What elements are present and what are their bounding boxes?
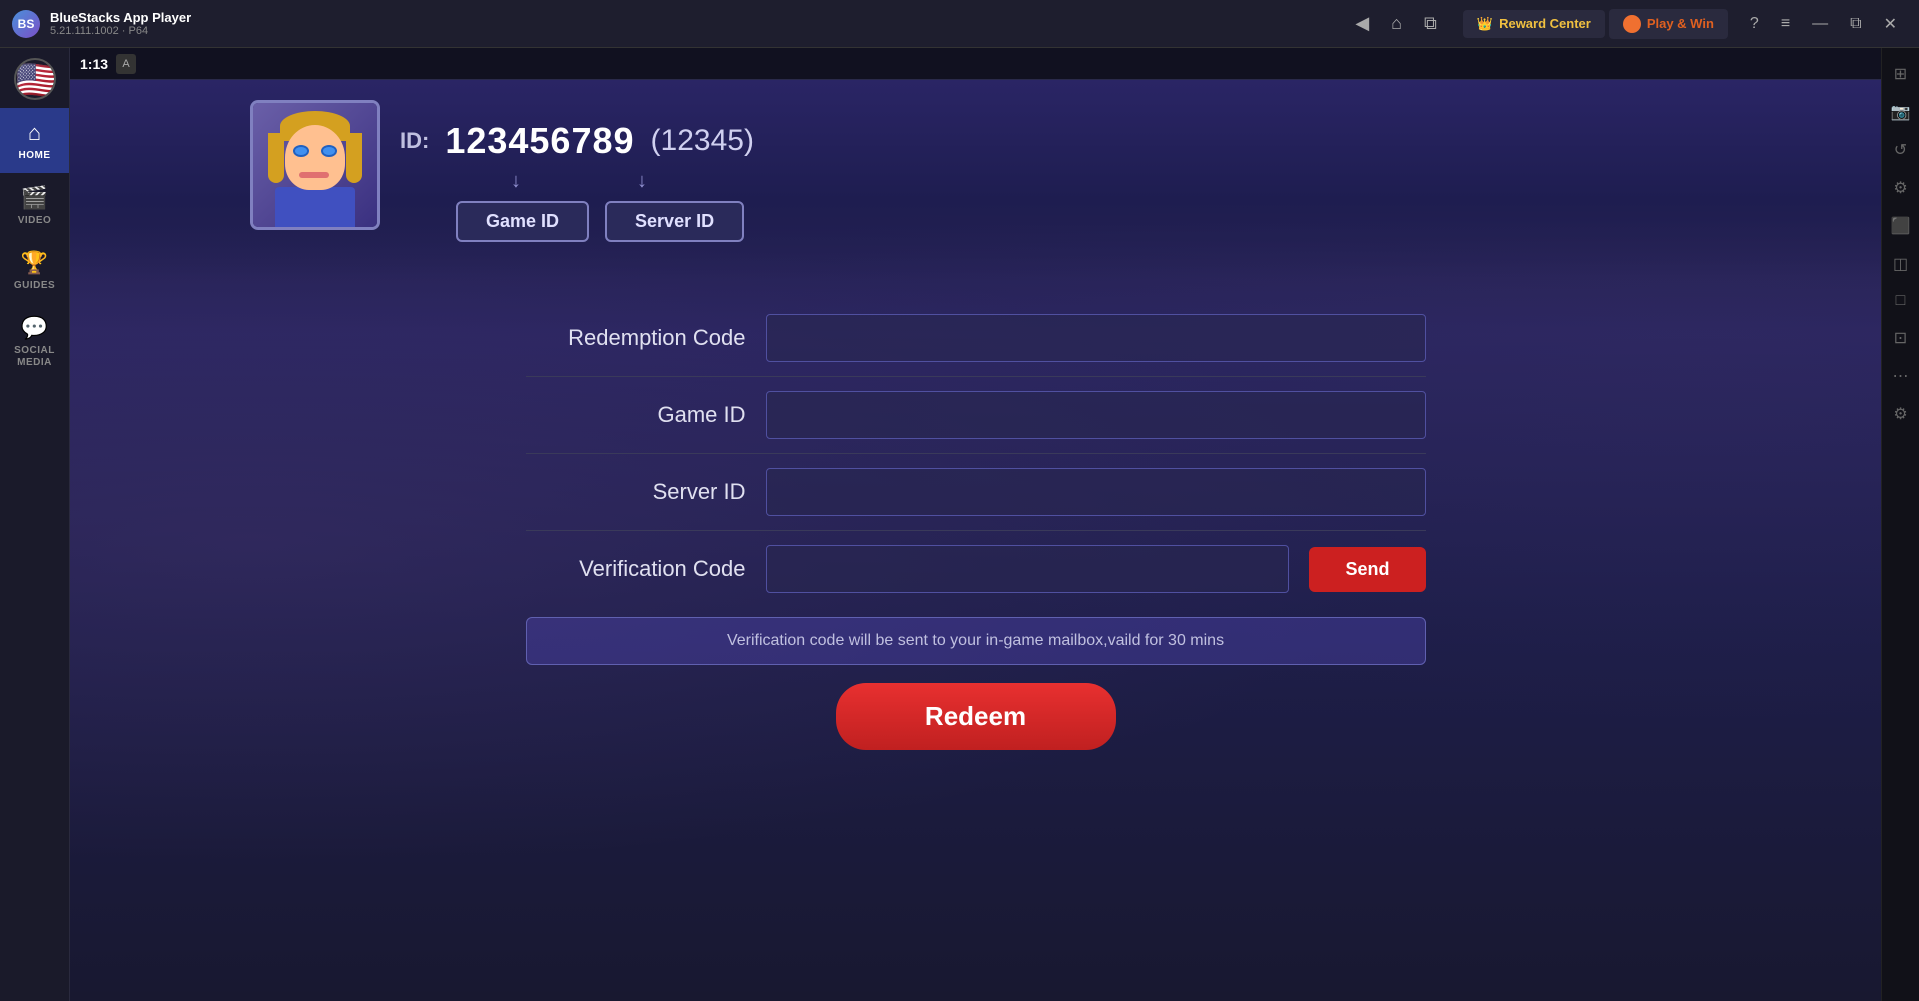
right-panel-btn-1[interactable]: ⊞ <box>1882 58 1919 90</box>
right-panel-btn-2[interactable]: 📷 <box>1882 96 1919 128</box>
game-id-button[interactable]: Game ID <box>456 201 589 242</box>
verification-code-input[interactable] <box>766 545 1290 593</box>
close-button[interactable]: ✕ <box>1874 10 1907 38</box>
right-panel-btn-3[interactable]: ↺ <box>1882 134 1919 166</box>
redeem-button[interactable]: Redeem <box>836 683 1116 750</box>
game-id-arrow-down: ↓ <box>456 170 576 193</box>
id-buttons-row: Game ID Server ID <box>400 201 754 242</box>
info-banner-text: Verification code will be sent to your i… <box>727 632 1224 649</box>
time-display: 1:13 <box>80 56 108 72</box>
flag-icon[interactable]: 🇺🇸 <box>14 58 56 100</box>
home-icon: ⌂ <box>28 120 41 146</box>
nav-home-button[interactable]: ⌂ <box>1385 9 1408 38</box>
play-win-label: Play & Win <box>1647 16 1714 31</box>
sidebar-item-guides[interactable]: 🏆 GUIDES <box>0 238 69 303</box>
sidebar-social-label: SOCIAL MEDIA <box>0 345 69 369</box>
content-wrapper: 🇺🇸 ⌂ HOME 🎬 VIDEO 🏆 GUIDES 💬 SOCIAL MEDI… <box>0 48 1919 1001</box>
sidebar-item-video[interactable]: 🎬 VIDEO <box>0 173 69 238</box>
character-header: ID: 123456789 (12345) ↓ ↓ Game ID Server… <box>70 80 1881 280</box>
id-label: ID: <box>400 128 429 154</box>
redemption-code-input[interactable] <box>766 314 1426 362</box>
right-panel-btn-config[interactable]: ⚙ <box>1882 398 1919 430</box>
nav-history-button[interactable]: ⧉ <box>1418 9 1443 38</box>
restore-button[interactable]: ⧉ <box>1840 10 1871 38</box>
right-panel-btn-6[interactable]: ◫ <box>1882 248 1919 280</box>
server-id-input[interactable] <box>766 468 1426 516</box>
redemption-form: Redemption Code Game ID Server ID Verifi… <box>70 300 1881 1001</box>
character-avatar <box>250 100 380 230</box>
help-button[interactable]: ? <box>1740 10 1769 38</box>
reward-center-button[interactable]: 👑 Reward Center <box>1463 10 1605 38</box>
char-id-number: 123456789 <box>445 120 634 162</box>
char-server-number: (12345) <box>651 124 754 158</box>
game-id-input[interactable] <box>766 391 1426 439</box>
nav-buttons: ◀ ⌂ ⧉ <box>1349 9 1443 38</box>
app-name-area: BlueStacks App Player 5.21.111.1002 · P6… <box>50 10 1329 37</box>
right-panel-btn-4[interactable]: ⚙ <box>1882 172 1919 204</box>
verification-code-label: Verification Code <box>526 556 746 582</box>
time-bar: 1:13 A <box>70 48 1881 80</box>
info-banner: Verification code will be sent to your i… <box>526 617 1426 665</box>
trophy-icon: 🏆 <box>21 250 48 276</box>
app-version: 5.21.111.1002 · P64 <box>50 25 1329 37</box>
window-controls: ? ≡ — ⧉ ✕ <box>1740 10 1907 38</box>
sidebar-item-social[interactable]: 💬 SOCIAL MEDIA <box>0 303 69 381</box>
sidebar-video-label: VIDEO <box>18 215 52 226</box>
menu-button[interactable]: ≡ <box>1771 10 1800 38</box>
title-bar: BS BlueStacks App Player 5.21.111.1002 ·… <box>0 0 1919 48</box>
sidebar-item-home[interactable]: ⌂ HOME <box>0 108 69 173</box>
right-panel-btn-more[interactable]: ⋯ <box>1882 360 1919 392</box>
char-id-row: ID: 123456789 (12345) <box>400 120 754 162</box>
sidebar: 🇺🇸 ⌂ HOME 🎬 VIDEO 🏆 GUIDES 💬 SOCIAL MEDI… <box>0 48 70 1001</box>
video-icon: 🎬 <box>21 185 48 211</box>
app-logo: BS <box>12 10 40 38</box>
server-id-row: Server ID <box>526 454 1426 531</box>
arrows-row: ↓ ↓ <box>400 170 754 193</box>
sidebar-home-label: HOME <box>19 150 51 161</box>
character-avatar-img <box>250 100 380 230</box>
nav-back-button[interactable]: ◀ <box>1349 9 1375 38</box>
server-id-arrow-down: ↓ <box>592 170 692 193</box>
right-panel: ⊞ 📷 ↺ ⚙ ⬛ ◫ □ ⊡ ⋯ ⚙ <box>1881 48 1919 1001</box>
verification-code-row: Verification Code Send <box>526 531 1426 607</box>
title-right-actions: 👑 Reward Center Play & Win ? ≡ — ⧉ ✕ <box>1463 9 1907 39</box>
right-panel-btn-7[interactable]: □ <box>1882 286 1919 316</box>
minimize-button[interactable]: — <box>1802 10 1838 38</box>
redemption-code-row: Redemption Code <box>526 300 1426 377</box>
right-panel-btn-5[interactable]: ⬛ <box>1882 210 1919 242</box>
game-id-label: Game ID <box>526 402 746 428</box>
game-content: ID: 123456789 (12345) ↓ ↓ Game ID Server… <box>70 80 1881 1001</box>
main-game-area: 1:13 A <box>70 48 1881 1001</box>
play-win-button[interactable]: Play & Win <box>1609 9 1728 39</box>
chat-icon: 💬 <box>21 315 48 341</box>
redemption-code-label: Redemption Code <box>526 325 746 351</box>
server-id-label: Server ID <box>526 479 746 505</box>
send-button[interactable]: Send <box>1309 547 1425 592</box>
right-panel-btn-8[interactable]: ⊡ <box>1882 322 1919 354</box>
sidebar-guides-label: GUIDES <box>14 280 55 291</box>
app-name: BlueStacks App Player <box>50 10 191 25</box>
crown-icon: 👑 <box>1477 16 1493 32</box>
server-id-button[interactable]: Server ID <box>605 201 744 242</box>
game-id-row: Game ID <box>526 377 1426 454</box>
reward-center-label: Reward Center <box>1499 16 1591 31</box>
orange-circle-icon <box>1623 15 1641 33</box>
time-icon: A <box>116 54 136 74</box>
character-info: ID: 123456789 (12345) ↓ ↓ Game ID Server… <box>400 100 754 242</box>
